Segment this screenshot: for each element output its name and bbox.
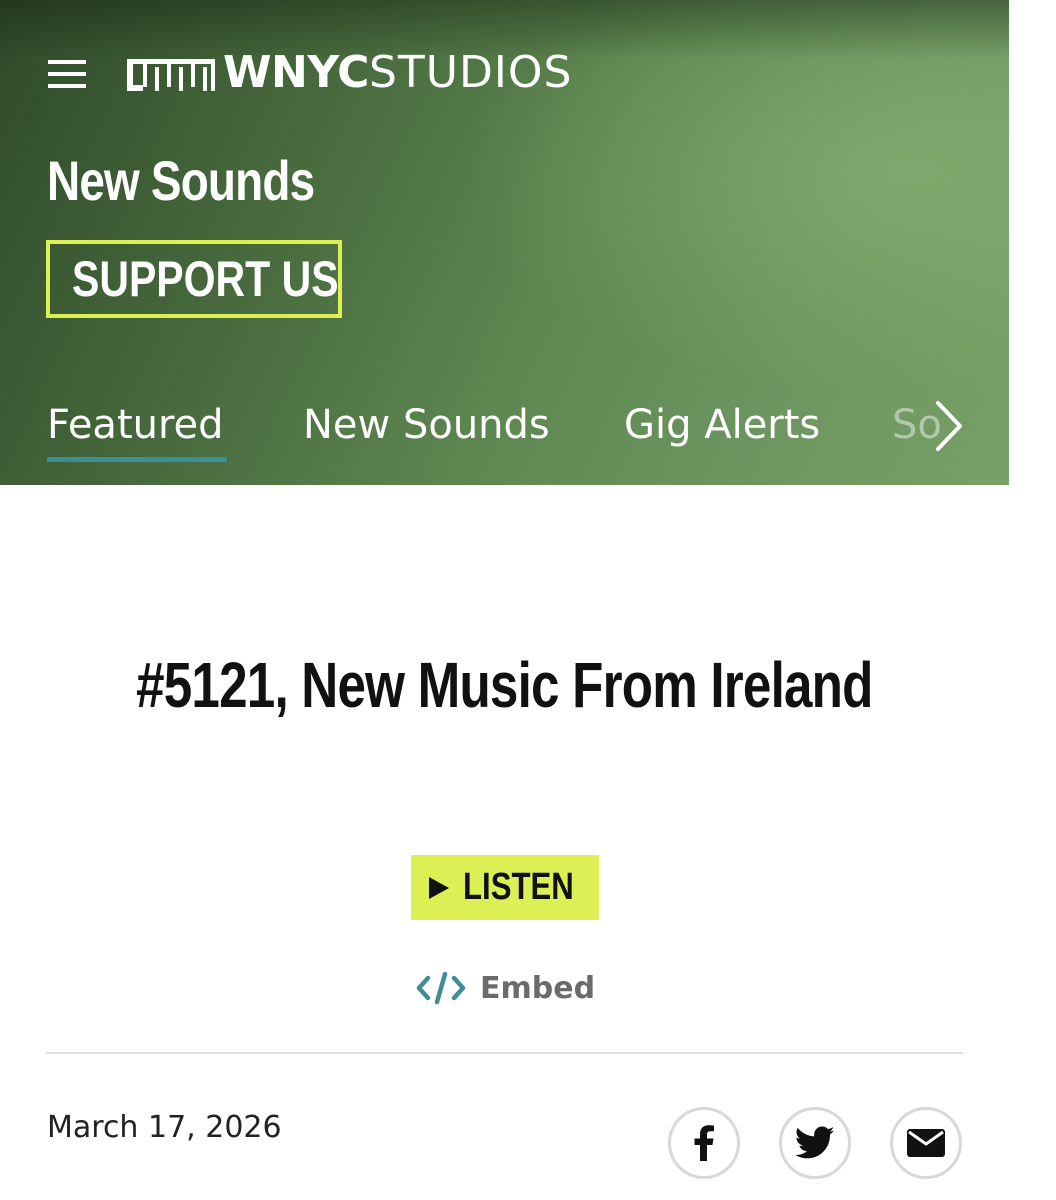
share-email-button[interactable] — [890, 1107, 962, 1179]
play-icon — [429, 876, 450, 899]
share-facebook-button[interactable] — [668, 1107, 740, 1179]
listen-label: LISTEN — [463, 866, 575, 908]
listen-button[interactable]: LISTEN — [411, 855, 599, 920]
menu-line — [48, 60, 86, 64]
show-title[interactable]: New Sounds — [47, 148, 315, 213]
tab-gig-alerts[interactable]: Gig Alerts — [624, 395, 820, 455]
menu-line — [48, 84, 86, 88]
show-nav-tabs: Featured New Sounds Gig Alerts So — [0, 395, 1009, 465]
share-twitter-button[interactable] — [779, 1107, 851, 1179]
divider — [46, 1052, 963, 1054]
tab-featured[interactable]: Featured — [47, 395, 224, 455]
twitter-icon — [795, 1126, 835, 1159]
wnyc-skyline-logo-icon — [127, 59, 215, 91]
episode-date: March 17, 2026 — [47, 1110, 282, 1145]
support-us-button[interactable]: SUPPORT US — [46, 240, 342, 318]
brand-wnyc-text: WNYC — [223, 47, 369, 98]
tab-new-sounds[interactable]: New Sounds — [303, 395, 550, 455]
brand-studios-text: STUDIOS — [368, 47, 573, 98]
episode-title-text: #5121, New Music From Ireland — [136, 649, 873, 721]
embed-label: Embed — [480, 970, 596, 1006]
facebook-icon — [694, 1125, 714, 1161]
code-embed-icon — [416, 971, 466, 1005]
wnyc-studios-logo[interactable]: WNYC STUDIOS — [127, 50, 572, 96]
support-us-label: SUPPORT US — [72, 251, 339, 307]
embed-link[interactable]: Embed — [416, 966, 595, 1010]
active-tab-indicator — [47, 457, 227, 462]
site-header: WNYC STUDIOS New Sounds SUPPORT US Featu… — [0, 0, 1009, 485]
menu-line — [48, 72, 86, 76]
chevron-right-icon[interactable] — [926, 399, 970, 453]
email-icon — [907, 1129, 945, 1157]
episode-title: #5121, New Music From Ireland — [0, 648, 1009, 722]
hamburger-menu-icon[interactable] — [48, 58, 86, 90]
